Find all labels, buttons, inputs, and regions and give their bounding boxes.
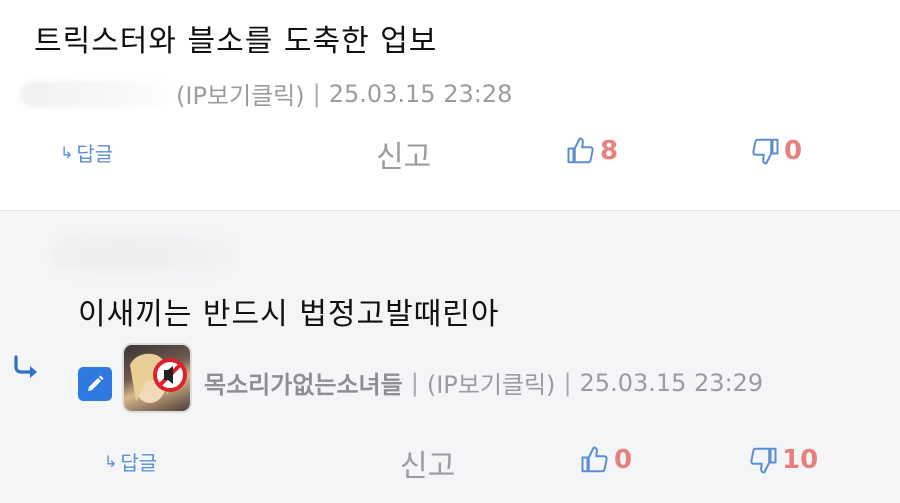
report-button[interactable]: 신고: [400, 441, 455, 485]
reply-label: 답글: [120, 451, 158, 475]
blurred-parent-username: [52, 233, 232, 275]
ip-view-link[interactable]: (IP보기클릭): [176, 76, 305, 111]
comment-1: 트릭스터와 블소를 도축한 업보 (IP보기클릭) | 25.03.15 23:…: [0, 0, 900, 210]
dislike-button[interactable]: 0: [750, 136, 802, 166]
dislike-count: 0: [784, 136, 803, 166]
meta-separator: |: [410, 368, 419, 397]
like-button[interactable]: 0: [580, 445, 632, 475]
reply-button[interactable]: ↳ 답글: [104, 447, 157, 476]
pencil-icon: [78, 367, 112, 401]
like-button[interactable]: 8: [566, 136, 618, 166]
report-button[interactable]: 신고: [376, 132, 431, 176]
ip-view-link[interactable]: (IP보기클릭): [427, 365, 556, 400]
thumbs-down-icon: [752, 138, 779, 165]
reply-arrow-icon: ↳: [60, 143, 74, 162]
thumbs-up-icon: [567, 137, 594, 164]
thumbs-up-icon: [581, 446, 608, 473]
comment-text: 이새끼는 반드시 법정고발때린아: [78, 297, 500, 332]
meta-separator: |: [563, 368, 572, 397]
comment-text: 트릭스터와 블소를 도축한 업보: [34, 24, 438, 59]
comment-datetime: 25.03.15 23:29: [579, 368, 764, 397]
reply-indicator-icon: [12, 355, 42, 388]
thumbs-down-icon: [750, 447, 777, 474]
avatar[interactable]: [122, 343, 192, 413]
dislike-count: 10: [782, 445, 819, 475]
comment-datetime: 25.03.15 23:28: [328, 79, 513, 108]
like-count: 8: [600, 136, 619, 166]
dislike-button[interactable]: 10: [748, 445, 818, 475]
meta-separator: |: [312, 79, 321, 108]
blurred-username: [20, 80, 170, 107]
comment-meta: (IP보기클릭) | 25.03.15 23:28: [20, 76, 512, 111]
avatar-image: [130, 353, 187, 403]
reply-label: 답글: [76, 142, 114, 166]
comment-meta: 목소리가없는소녀들 | (IP보기클릭) | 25.03.15 23:29: [204, 365, 763, 400]
reply-button[interactable]: ↳ 답글: [60, 138, 113, 167]
like-count: 0: [614, 445, 633, 475]
nickname[interactable]: 목소리가없는소녀들: [204, 365, 403, 400]
comment-2-reply: 이새끼는 반드시 법정고발때린아 목소리가없는소녀들 | (IP보기클릭) | …: [0, 210, 900, 503]
reply-arrow-icon: ↳: [104, 452, 118, 471]
